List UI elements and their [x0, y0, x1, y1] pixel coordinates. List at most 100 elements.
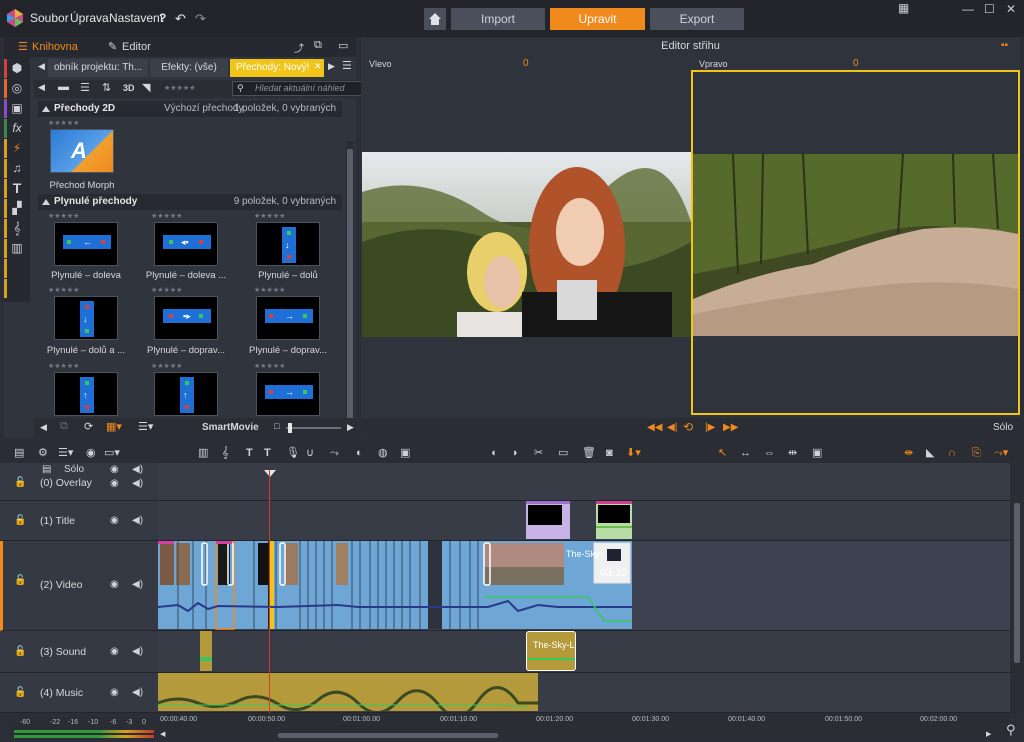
- group-header-2d[interactable]: Přechody 2D Výchozí přechody 1 položek, …: [38, 101, 342, 117]
- camera-icon[interactable]: ◙: [606, 447, 613, 459]
- track-header-sound[interactable]: 🔓 (3) Sound ◉ ◀): [0, 631, 158, 673]
- lock-icon[interactable]: 🔓: [14, 477, 26, 488]
- media-icon[interactable]: ▣: [8, 99, 26, 117]
- speaker-icon[interactable]: ◀): [132, 478, 143, 489]
- item-rating[interactable]: ★★★★★: [254, 362, 285, 370]
- storyboard-icon[interactable]: ▭▾: [104, 447, 120, 459]
- redo-icon[interactable]: ↷: [195, 11, 206, 27]
- smartmovie-button[interactable]: SmartMovie: [202, 422, 259, 433]
- color-icon[interactable]: ◐: [356, 447, 363, 459]
- speaker-icon[interactable]: ◀): [132, 464, 143, 475]
- transitions-icon[interactable]: ⚡: [8, 139, 26, 157]
- hscroll-left-arrow[interactable]: ◀: [160, 730, 165, 738]
- preview-left-frame[interactable]: [362, 152, 691, 337]
- track-area-video[interactable]: The-Sky- 03.22: [157, 540, 1010, 631]
- eye-icon[interactable]: ◉: [110, 515, 119, 526]
- playhead-handle[interactable]: [264, 470, 276, 477]
- eye-icon[interactable]: ◉: [110, 646, 119, 657]
- solo-label[interactable]: Sólo: [993, 422, 1013, 433]
- titles-icon[interactable]: T: [8, 179, 26, 197]
- split-icon[interactable]: ◗: [512, 447, 519, 459]
- sound-clip[interactable]: The-Sky-L: [526, 631, 576, 671]
- lock-icon[interactable]: 🔓: [14, 515, 26, 526]
- music-icon[interactable]: ♫: [8, 159, 26, 177]
- track-header-music[interactable]: 🔓 (4) Music ◉ ◀): [0, 673, 158, 713]
- item-rating[interactable]: ★★★★★: [48, 286, 79, 294]
- track-area-title[interactable]: [158, 501, 1010, 541]
- collapse-triangle-icon[interactable]: [42, 199, 50, 205]
- bottom-next-arrow[interactable]: ▶: [347, 422, 354, 433]
- item-rating[interactable]: ★★★★★: [48, 119, 79, 127]
- item-rating[interactable]: ★★★★★: [254, 212, 285, 220]
- lock-icon[interactable]: 🔓: [14, 687, 26, 698]
- link-icon[interactable]: ⤴: [294, 40, 304, 55]
- menu-file[interactable]: Soubor: [30, 11, 69, 25]
- zoom-slider-handle[interactable]: [288, 423, 292, 433]
- item-rating[interactable]: ★★★★★: [48, 362, 79, 370]
- speaker-icon[interactable]: ◀): [132, 646, 143, 657]
- record-icon[interactable]: ◉: [86, 447, 96, 459]
- speaker-icon[interactable]: ◀): [132, 687, 143, 698]
- home-button[interactable]: [424, 8, 446, 30]
- scorefitter-icon[interactable]: 𝄞: [222, 447, 229, 459]
- tracks-dropdown-icon[interactable]: ☰▾: [58, 447, 73, 459]
- timeline-ruler[interactable]: 00:00:40.00 00:00:50.00 00:01:00.00 00:0…: [158, 713, 1010, 731]
- crumb-menu-icon[interactable]: ☰: [342, 59, 352, 72]
- step-back-icon[interactable]: ◀|: [667, 422, 677, 433]
- speaker-icon[interactable]: ◀): [132, 515, 143, 526]
- import-tab[interactable]: Import: [451, 8, 545, 30]
- project-bin-icon[interactable]: ⬢: [8, 59, 26, 77]
- go-to-end-icon[interactable]: ▶▶: [723, 422, 738, 433]
- folder-icon[interactable]: ▬: [58, 81, 69, 93]
- minimize-icon[interactable]: —: [962, 2, 974, 16]
- list-view-icon[interactable]: ☰: [80, 81, 90, 94]
- delete-icon[interactable]: 🗑: [582, 447, 596, 459]
- view-3d-button[interactable]: 3D: [123, 83, 135, 93]
- ducking-icon[interactable]: ⤳: [330, 447, 339, 459]
- track-area-music[interactable]: [157, 673, 1010, 718]
- menu-icon[interactable]: ☰▾: [138, 420, 153, 433]
- magnet-a-icon[interactable]: ⇼: [904, 447, 913, 459]
- refresh-icon[interactable]: ⟳: [84, 420, 93, 433]
- loop-icon[interactable]: ⟲: [683, 420, 693, 434]
- layout-icon[interactable]: ▦: [898, 1, 909, 15]
- razor-icon[interactable]: ✂: [534, 447, 543, 459]
- export-tab[interactable]: Export: [650, 8, 744, 30]
- fit-icon[interactable]: ▣: [812, 447, 822, 459]
- motion-icon[interactable]: ∪: [306, 447, 314, 459]
- eye-icon[interactable]: ◉: [110, 464, 119, 475]
- title-clip[interactable]: [526, 501, 570, 539]
- timeline-zoom-icon[interactable]: ⚲: [1006, 722, 1016, 738]
- close-icon[interactable]: ✕: [1006, 2, 1016, 16]
- step-forward-icon[interactable]: |▶: [705, 422, 715, 433]
- maximize-icon[interactable]: ☐: [984, 2, 995, 16]
- tag-icon[interactable]: ◥: [142, 81, 150, 94]
- crumb-transitions[interactable]: Přechody: Nový!: [230, 59, 324, 77]
- panel-layout-icon[interactable]: ▭: [338, 39, 348, 52]
- pan-zoom-icon[interactable]: ◍: [378, 447, 388, 459]
- duplicate-icon[interactable]: ⧉: [60, 420, 68, 433]
- transition-thumb[interactable]: ▪▸: [154, 296, 218, 340]
- marker-icon[interactable]: ◖: [490, 447, 497, 459]
- tab-editor[interactable]: Editor: [122, 41, 151, 53]
- vscroll-thumb[interactable]: [1014, 503, 1020, 663]
- track-header-video[interactable]: 🔓 (2) Video ◉ ◀): [0, 541, 158, 631]
- bottom-prev-arrow[interactable]: ◀: [40, 422, 47, 433]
- item-rating[interactable]: ★★★★★: [151, 212, 182, 220]
- title-editor-icon[interactable]: T: [264, 447, 271, 459]
- eye-icon[interactable]: ◉: [110, 687, 119, 698]
- group-header-smooth[interactable]: Plynulé přechody 9 položek, 0 vybraných: [38, 194, 342, 210]
- menu-edit[interactable]: Úprava: [70, 11, 109, 25]
- transition-thumb[interactable]: ←: [54, 222, 118, 266]
- eye-icon[interactable]: ◉: [110, 478, 119, 489]
- search-input[interactable]: ⚲ Hledat aktuální náhled: [232, 81, 382, 96]
- grid-view-icon[interactable]: ▦▾: [106, 420, 122, 433]
- snapshot-icon[interactable]: ▣: [400, 447, 410, 459]
- timeline-settings-icon[interactable]: ▤: [14, 447, 24, 459]
- item-rating[interactable]: ★★★★★: [151, 362, 182, 370]
- select-tool-icon[interactable]: ↖: [718, 447, 727, 459]
- tab-library[interactable]: Knihovna: [32, 41, 78, 53]
- collapse-triangle-icon[interactable]: [42, 106, 50, 112]
- track-options-icon[interactable]: ⚙: [38, 447, 48, 459]
- sound-clip[interactable]: [200, 631, 212, 671]
